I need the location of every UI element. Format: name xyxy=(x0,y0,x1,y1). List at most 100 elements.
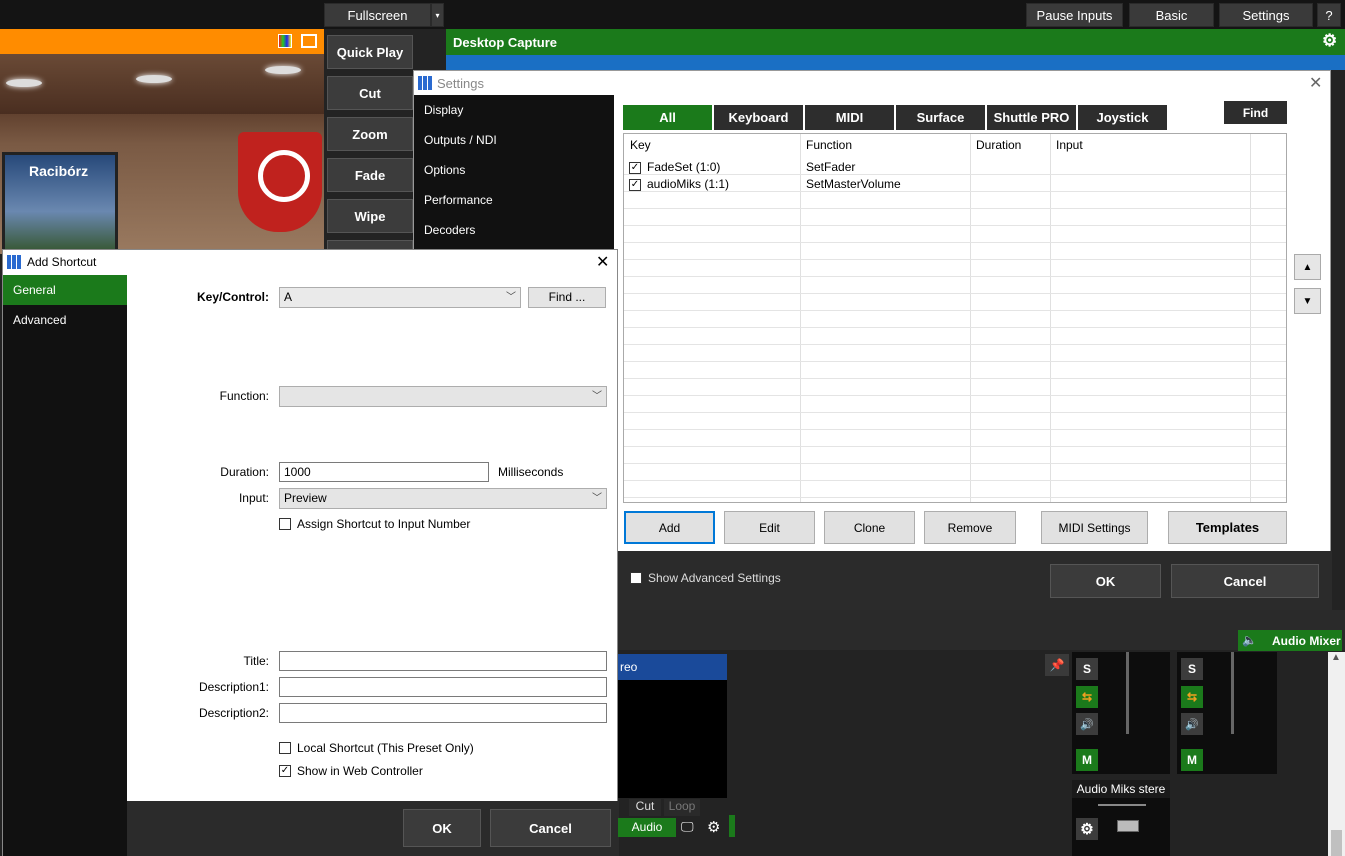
wipe-label: Wipe xyxy=(354,208,386,224)
show-web-checkbox[interactable]: ✓ Show in Web Controller xyxy=(279,764,423,778)
add-shortcut-ok-button[interactable]: OK xyxy=(403,809,481,847)
settings-cancel-button[interactable]: Cancel xyxy=(1171,564,1319,598)
solo-button[interactable]: S xyxy=(1076,658,1098,680)
function-select[interactable]: ﹀ xyxy=(279,386,607,407)
speaker-icon[interactable]: 🔊 xyxy=(1181,713,1203,735)
volume-fader-track[interactable] xyxy=(1231,652,1234,734)
show-web-label: Show in Web Controller xyxy=(297,764,423,778)
edit-button[interactable]: Edit xyxy=(724,511,815,544)
nav-item-performance[interactable]: Performance xyxy=(414,185,614,215)
assign-number-checkbox[interactable]: Assign Shortcut to Input Number xyxy=(279,517,470,531)
zoom-transition-button[interactable]: Zoom xyxy=(327,117,413,151)
fullscreen-button[interactable]: Fullscreen xyxy=(324,3,431,27)
add-shortcut-cancel-button[interactable]: Cancel xyxy=(490,809,611,847)
settings-ok-button[interactable]: OK xyxy=(1050,564,1161,598)
swap-arrows-icon[interactable]: ⇆ xyxy=(1181,686,1203,708)
row-checkbox[interactable]: ✓ xyxy=(629,160,641,174)
tab-midi[interactable]: MIDI xyxy=(805,105,894,130)
description1-label: Description1: xyxy=(198,680,269,694)
mute-button[interactable]: M xyxy=(1181,749,1203,771)
find-key-button[interactable]: Find ... xyxy=(528,287,606,308)
column-header-key[interactable]: Key xyxy=(624,134,651,156)
duration-input[interactable]: 1000 xyxy=(279,462,489,482)
input-loop-button[interactable]: Loop xyxy=(664,799,700,816)
close-icon[interactable]: ✕ xyxy=(596,252,609,272)
description1-input[interactable] xyxy=(279,677,607,697)
key-control-select[interactable]: A ﹀ xyxy=(279,287,521,308)
gear-icon[interactable]: ⚙ xyxy=(1076,818,1098,840)
chevron-down-icon: ﹀ xyxy=(592,391,602,402)
column-header-duration[interactable]: Duration xyxy=(970,134,1021,156)
nav-item-advanced[interactable]: Advanced xyxy=(3,305,127,335)
color-bars-icon[interactable] xyxy=(278,34,292,48)
description2-label: Description2: xyxy=(198,706,269,720)
title-input[interactable] xyxy=(279,651,607,671)
gear-icon[interactable]: ⚙ xyxy=(707,818,720,836)
scroll-up-icon[interactable]: ▲ xyxy=(1331,652,1341,663)
table-row xyxy=(624,430,1286,447)
gear-icon[interactable]: ⚙ xyxy=(1322,31,1337,51)
cut-transition-button[interactable]: Cut xyxy=(327,76,413,110)
volume-fader-track[interactable] xyxy=(1126,652,1129,734)
input-audio-button[interactable]: Audio xyxy=(618,818,676,837)
mute-button[interactable]: M xyxy=(1076,749,1098,771)
input-thumbnail[interactable] xyxy=(618,680,727,798)
layout-icon[interactable] xyxy=(301,34,317,48)
fade-transition-button[interactable]: Fade xyxy=(327,158,413,192)
description2-input[interactable] xyxy=(279,703,607,723)
column-header-function[interactable]: Function xyxy=(800,134,852,156)
ceiling xyxy=(0,54,324,114)
wipe-transition-button[interactable]: Wipe xyxy=(327,199,413,233)
volume-fader-handle[interactable] xyxy=(1117,820,1139,832)
pin-icon[interactable]: 📌 xyxy=(1045,654,1069,676)
close-icon[interactable]: ✕ xyxy=(1309,73,1322,93)
nav-item-general[interactable]: General xyxy=(3,275,127,305)
settings-button[interactable]: Settings xyxy=(1219,3,1313,27)
scrollbar-thumb[interactable] xyxy=(1331,830,1342,856)
mixer-scrollbar[interactable]: ▲ xyxy=(1328,652,1345,856)
balance-slider[interactable] xyxy=(1098,804,1146,806)
swap-arrows-icon[interactable]: ⇆ xyxy=(1076,686,1098,708)
arrow-up-icon: ▲ xyxy=(1302,261,1313,273)
table-row[interactable]: ✓ audioMiks (1:1) SetMasterVolume xyxy=(624,175,1286,192)
fullscreen-dropdown-icon[interactable]: ▾ xyxy=(431,3,444,27)
row-function: SetFader xyxy=(806,160,856,174)
midi-settings-button[interactable]: MIDI Settings xyxy=(1041,511,1148,544)
solo-button[interactable]: S xyxy=(1181,658,1203,680)
table-row xyxy=(624,260,1286,277)
show-advanced-checkbox[interactable]: Show Advanced Settings xyxy=(630,571,781,585)
basic-button[interactable]: Basic xyxy=(1129,3,1214,27)
column-header-input[interactable]: Input xyxy=(1050,134,1083,156)
local-shortcut-checkbox[interactable]: Local Shortcut (This Preset Only) xyxy=(279,741,474,755)
input-cut-button[interactable]: Cut xyxy=(629,799,661,816)
remove-button[interactable]: Remove xyxy=(924,511,1016,544)
input-select[interactable]: Preview ﹀ xyxy=(279,488,607,509)
move-up-button[interactable]: ▲ xyxy=(1294,254,1321,280)
row-checkbox[interactable]: ✓ xyxy=(629,177,641,191)
nav-item-display[interactable]: Display xyxy=(414,95,614,125)
pause-inputs-button[interactable]: Pause Inputs xyxy=(1026,3,1123,27)
checkbox-icon xyxy=(279,518,291,530)
chevron-down-icon: ﹀ xyxy=(506,292,516,303)
tab-shuttle-pro[interactable]: Shuttle PRO xyxy=(987,105,1076,130)
clone-button[interactable]: Clone xyxy=(824,511,915,544)
nav-item-decoders[interactable]: Decoders xyxy=(414,215,614,245)
speaker-icon[interactable]: 🔊 xyxy=(1076,713,1098,735)
monitor-icon[interactable]: 🖵 xyxy=(681,819,694,835)
key-control-value: A xyxy=(284,290,293,304)
tab-all[interactable]: All xyxy=(623,105,712,130)
tab-keyboard[interactable]: Keyboard xyxy=(714,105,803,130)
add-button[interactable]: Add xyxy=(624,511,715,544)
audio-mixer-header[interactable]: 🔈 Audio Mixer xyxy=(1238,630,1342,651)
find-button[interactable]: Find xyxy=(1224,101,1287,124)
templates-button[interactable]: Templates xyxy=(1168,511,1287,544)
nav-item-options[interactable]: Options xyxy=(414,155,614,185)
quick-play-button[interactable]: Quick Play xyxy=(327,35,413,69)
table-row xyxy=(624,345,1286,362)
tab-surface[interactable]: Surface xyxy=(896,105,985,130)
table-row[interactable]: ✓ FadeSet (1:0) SetFader xyxy=(624,158,1286,175)
move-down-button[interactable]: ▼ xyxy=(1294,288,1321,314)
help-button[interactable]: ? xyxy=(1317,3,1341,27)
nav-item-outputs[interactable]: Outputs / NDI xyxy=(414,125,614,155)
tab-joystick[interactable]: Joystick xyxy=(1078,105,1167,130)
